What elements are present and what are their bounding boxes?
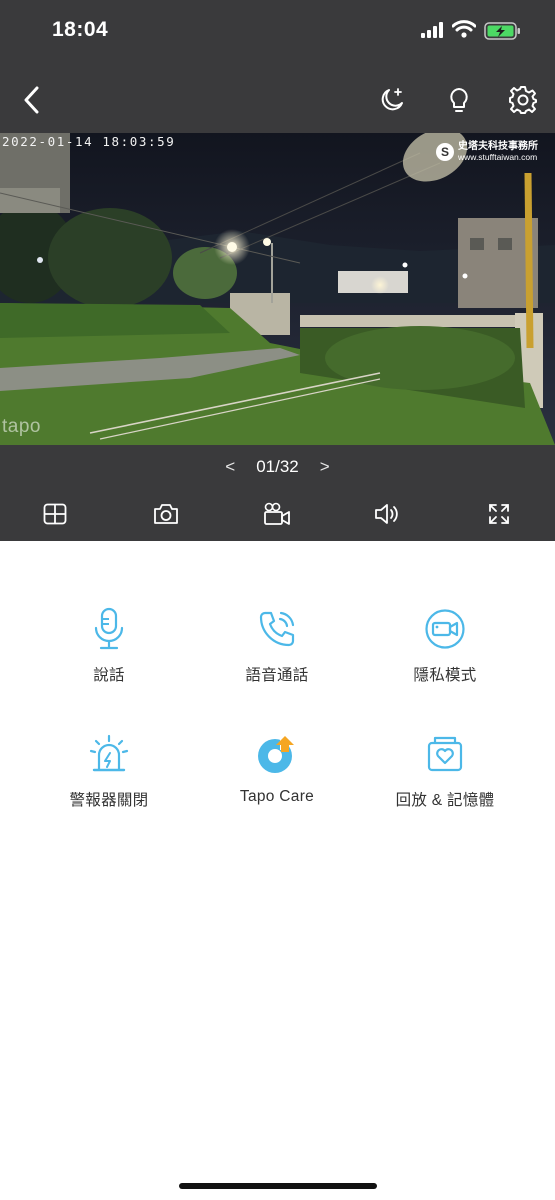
microphone-icon xyxy=(94,607,124,650)
voice-call-label: 語音通話 xyxy=(245,667,309,684)
multi-view-icon xyxy=(43,503,67,525)
talk-button[interactable]: 說話 xyxy=(24,603,194,703)
light-bulb-icon xyxy=(450,88,468,112)
night-mode-button[interactable] xyxy=(374,82,410,118)
speaker-icon xyxy=(375,504,398,524)
video-timestamp: 2022-01-14 18:03:59 xyxy=(2,134,176,149)
status-time: 18:04 xyxy=(52,18,109,41)
tapo-care-icon xyxy=(258,736,294,773)
feature-grid: 說話 語音通話 隱私模式 警報器關閉 Tapo Care 回放 & 記憶體 xyxy=(0,541,555,1161)
fullscreen-icon xyxy=(489,504,509,524)
watermark-logo-icon: S xyxy=(436,142,454,161)
camera-page-count: 01/32 xyxy=(256,457,299,476)
status-bar: 18:04 xyxy=(0,0,555,64)
camera-brand-logo: tapo xyxy=(2,416,41,437)
home-indicator[interactable] xyxy=(179,1183,377,1189)
video-toolbar xyxy=(0,497,555,531)
alarm-button[interactable]: 警報器關閉 xyxy=(24,728,194,828)
settings-gear-icon xyxy=(509,86,537,114)
voice-call-button[interactable]: 語音通話 xyxy=(192,603,362,703)
playback-memory-icon xyxy=(427,736,463,772)
privacy-mode-button[interactable]: 隱私模式 xyxy=(360,603,530,703)
multi-view-button[interactable] xyxy=(38,497,72,531)
light-button[interactable] xyxy=(441,82,477,118)
back-button[interactable] xyxy=(14,82,50,118)
prev-camera-button[interactable]: < xyxy=(212,457,248,477)
talk-label: 說話 xyxy=(93,667,125,684)
settings-button[interactable] xyxy=(505,82,541,118)
nav-bar xyxy=(0,76,555,124)
battery-charging-icon xyxy=(484,22,520,40)
watermark: S 史塔夫科技事務所 www.stufftaiwan.com xyxy=(436,141,538,162)
fullscreen-button[interactable] xyxy=(482,497,516,531)
next-camera-button[interactable]: > xyxy=(307,457,343,477)
record-video-icon xyxy=(264,502,290,525)
snapshot-button[interactable] xyxy=(149,497,183,531)
tapo-care-label: Tapo Care xyxy=(239,788,315,805)
alarm-siren-icon xyxy=(89,734,129,772)
live-video-feed[interactable]: 2022-01-14 18:03:59 S 史塔夫科技事務所 www.stuff… xyxy=(0,133,555,445)
cellular-signal-icon xyxy=(421,22,443,38)
snapshot-camera-icon xyxy=(154,504,178,524)
wifi-icon xyxy=(452,20,476,38)
phone-call-icon xyxy=(259,611,295,647)
tapo-care-button[interactable]: Tapo Care xyxy=(192,728,362,828)
playback-memory-label: 回放 & 記憶體 xyxy=(395,792,495,809)
alarm-label: 警報器關閉 xyxy=(69,792,149,809)
watermark-url: www.stufftaiwan.com xyxy=(458,152,538,162)
camera-pager: < 01/32 > xyxy=(0,456,555,478)
camera-header: 18:04 2022-01-14 18:03:59 S 史塔夫科技事務所 www… xyxy=(0,0,555,541)
privacy-camera-icon xyxy=(425,609,465,649)
record-button[interactable] xyxy=(260,497,294,531)
watermark-name: 史塔夫科技事務所 xyxy=(458,141,538,152)
back-chevron-icon xyxy=(24,86,39,114)
playback-memory-button[interactable]: 回放 & 記憶體 xyxy=(360,728,530,828)
privacy-mode-label: 隱私模式 xyxy=(413,667,477,684)
night-mode-icon xyxy=(381,88,403,111)
night-scene-image xyxy=(0,133,555,445)
speaker-button[interactable] xyxy=(371,497,405,531)
